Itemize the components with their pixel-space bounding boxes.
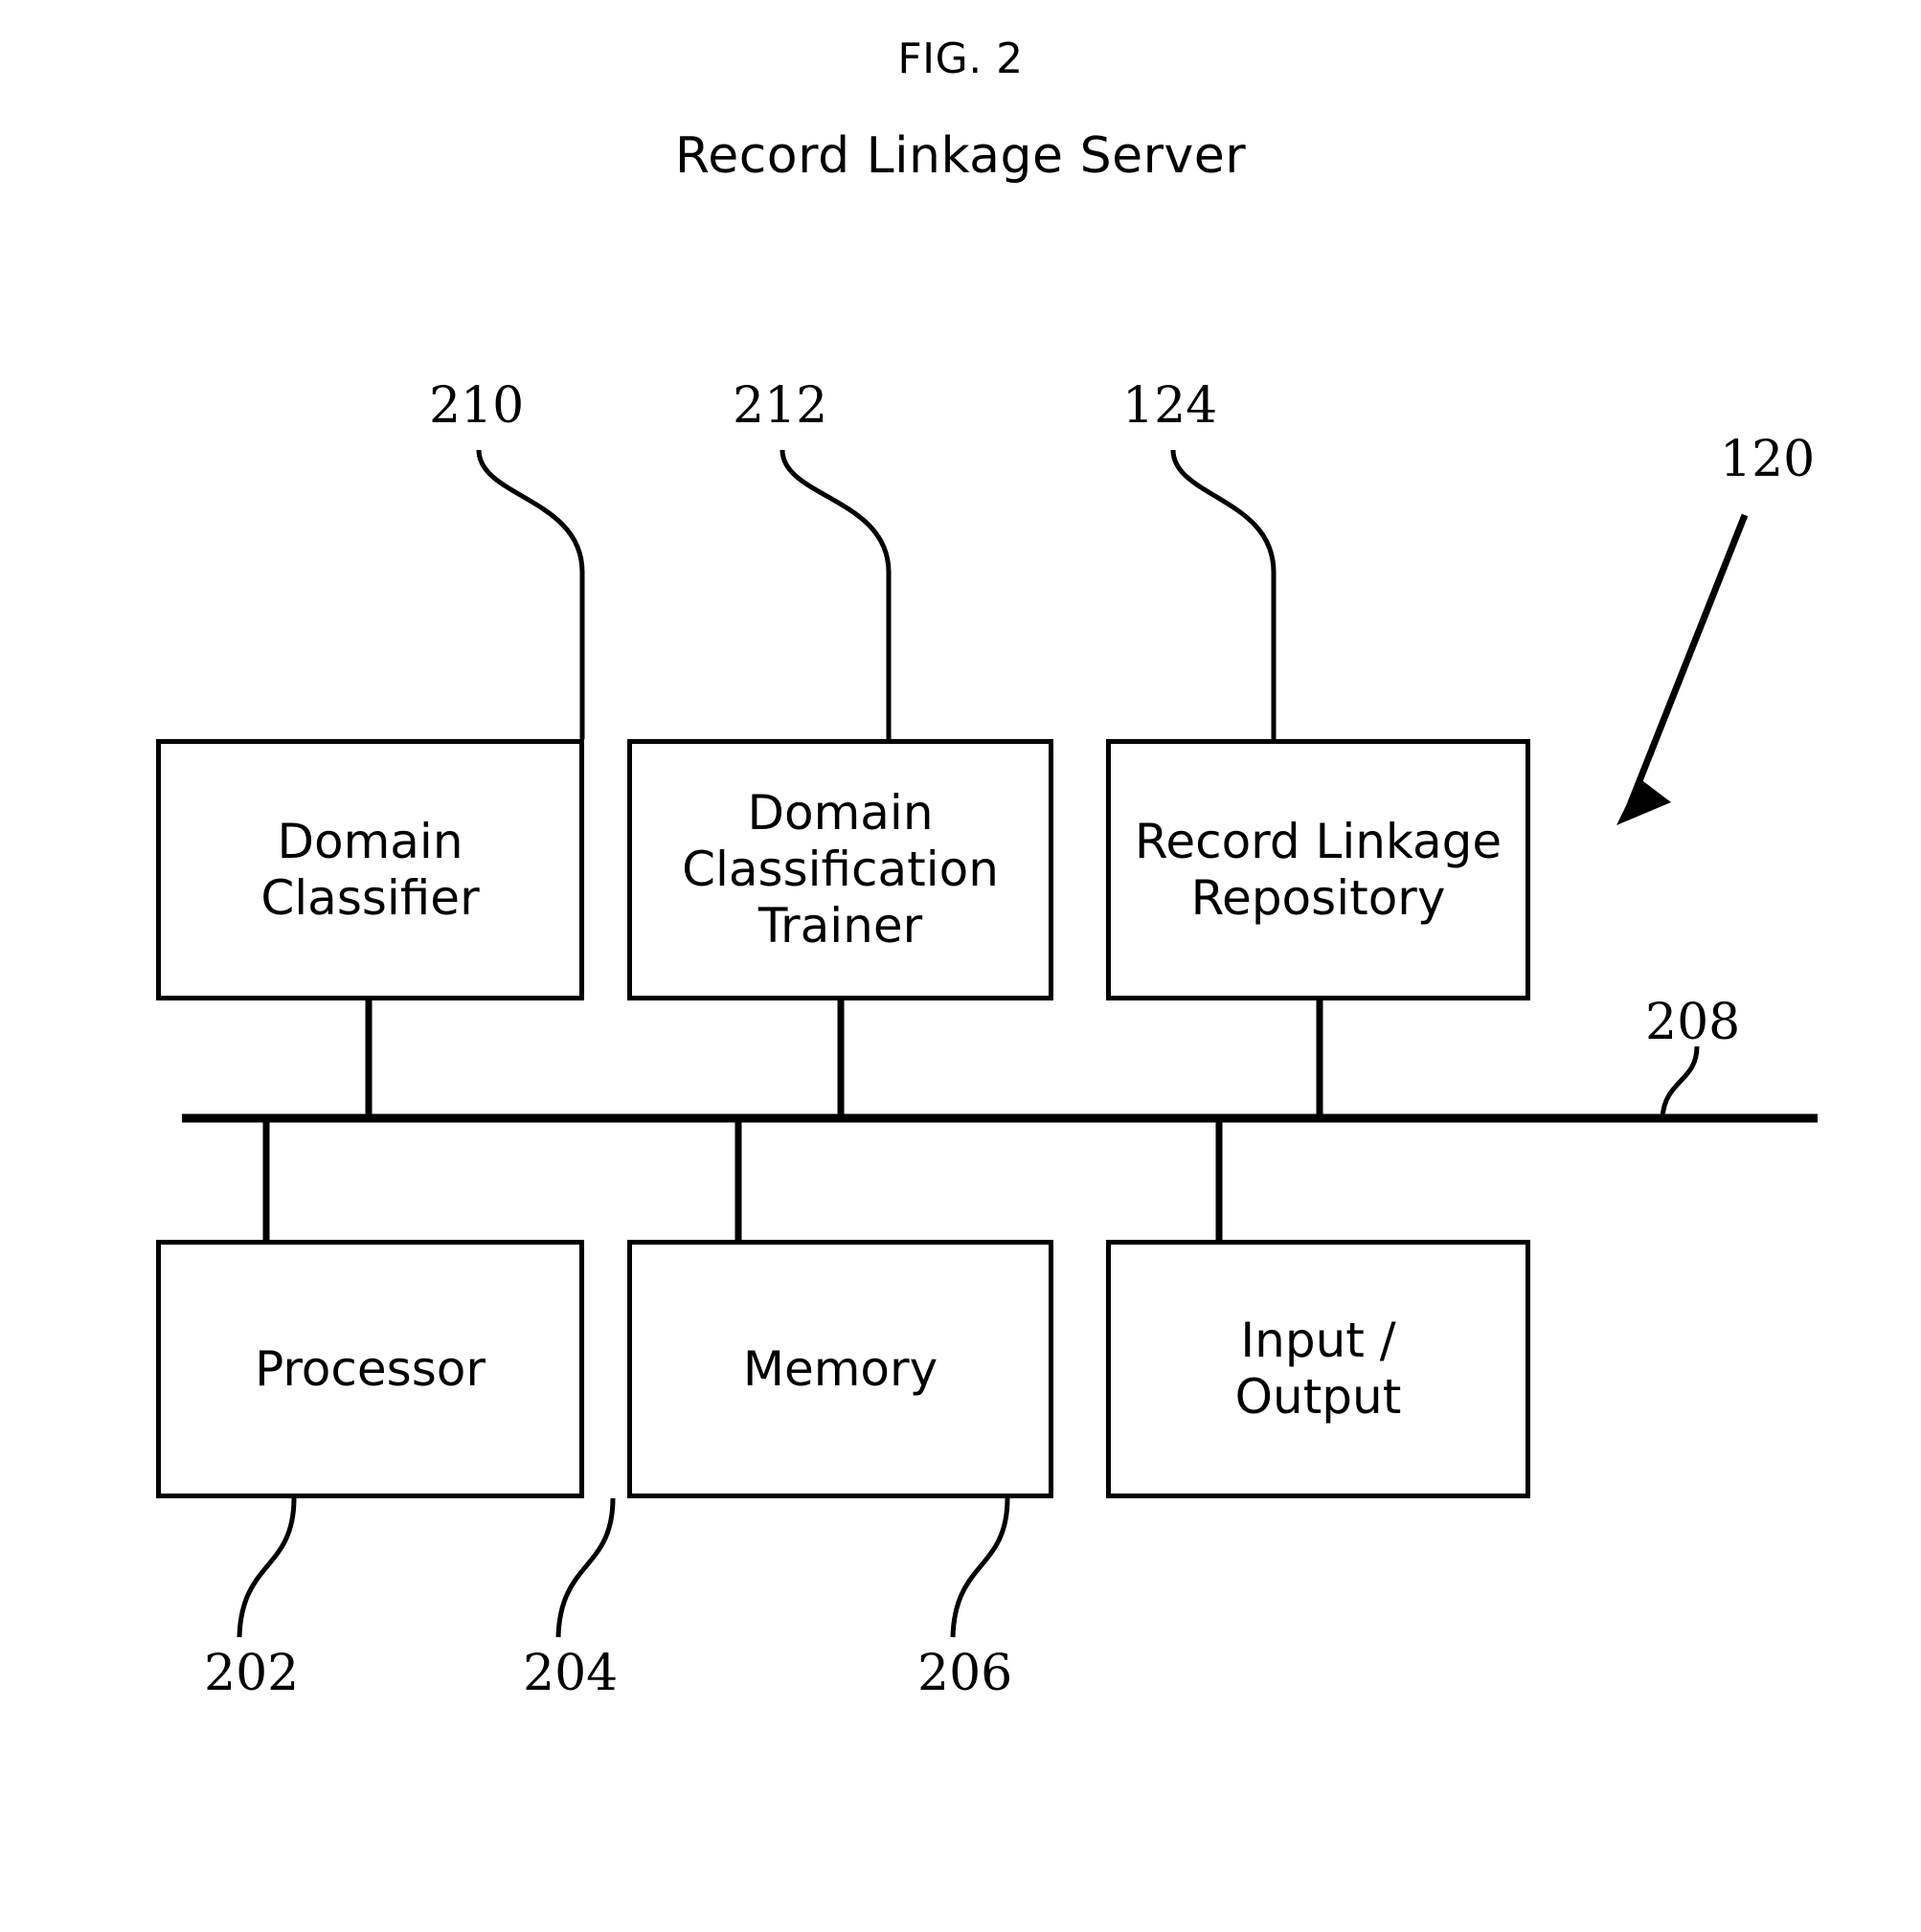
figure-title: Record Linkage Server xyxy=(674,127,1247,185)
box-domain-classifier[interactable]: Domain Classifier xyxy=(156,739,584,1000)
box-record-linkage-repository-label: Record Linkage Repository xyxy=(1134,813,1503,926)
reference-numeral-206: 206 xyxy=(917,1645,1013,1702)
box-processor[interactable]: Processor xyxy=(156,1240,584,1498)
box-domain-classification-trainer-label: Domain Classification Trainer xyxy=(682,785,999,954)
reference-numeral-202: 202 xyxy=(204,1645,300,1702)
box-record-linkage-repository[interactable]: Record Linkage Repository xyxy=(1106,739,1530,1000)
box-input-output-label: Input / Output xyxy=(1234,1313,1402,1425)
leader-line-206 xyxy=(950,1497,1010,1638)
leader-line-212 xyxy=(780,449,892,739)
reference-numeral-204: 204 xyxy=(523,1645,619,1702)
leader-line-208 xyxy=(1660,1045,1700,1119)
reference-numeral-212: 212 xyxy=(733,377,828,435)
figure-page: FIG. 2 Record Linkage Server Domain Clas… xyxy=(0,0,1921,1932)
system-arrow-120-head xyxy=(1616,778,1671,825)
reference-numeral-208: 208 xyxy=(1645,994,1741,1051)
box-input-output[interactable]: Input / Output xyxy=(1106,1240,1530,1498)
system-arrow-120-shaft xyxy=(1624,513,1749,812)
leader-line-204 xyxy=(555,1497,616,1638)
leader-line-210 xyxy=(476,449,585,739)
box-memory-label: Memory xyxy=(742,1340,938,1397)
box-domain-classification-trainer[interactable]: Domain Classification Trainer xyxy=(627,739,1053,1000)
reference-numeral-120: 120 xyxy=(1720,431,1816,488)
leader-line-124 xyxy=(1170,449,1277,739)
box-memory[interactable]: Memory xyxy=(627,1240,1053,1498)
box-domain-classifier-label: Domain Classifier xyxy=(260,813,480,926)
box-processor-label: Processor xyxy=(255,1340,486,1397)
figure-number: FIG. 2 xyxy=(897,34,1024,83)
reference-numeral-124: 124 xyxy=(1122,377,1218,435)
leader-line-202 xyxy=(237,1497,297,1638)
reference-numeral-210: 210 xyxy=(429,377,525,435)
